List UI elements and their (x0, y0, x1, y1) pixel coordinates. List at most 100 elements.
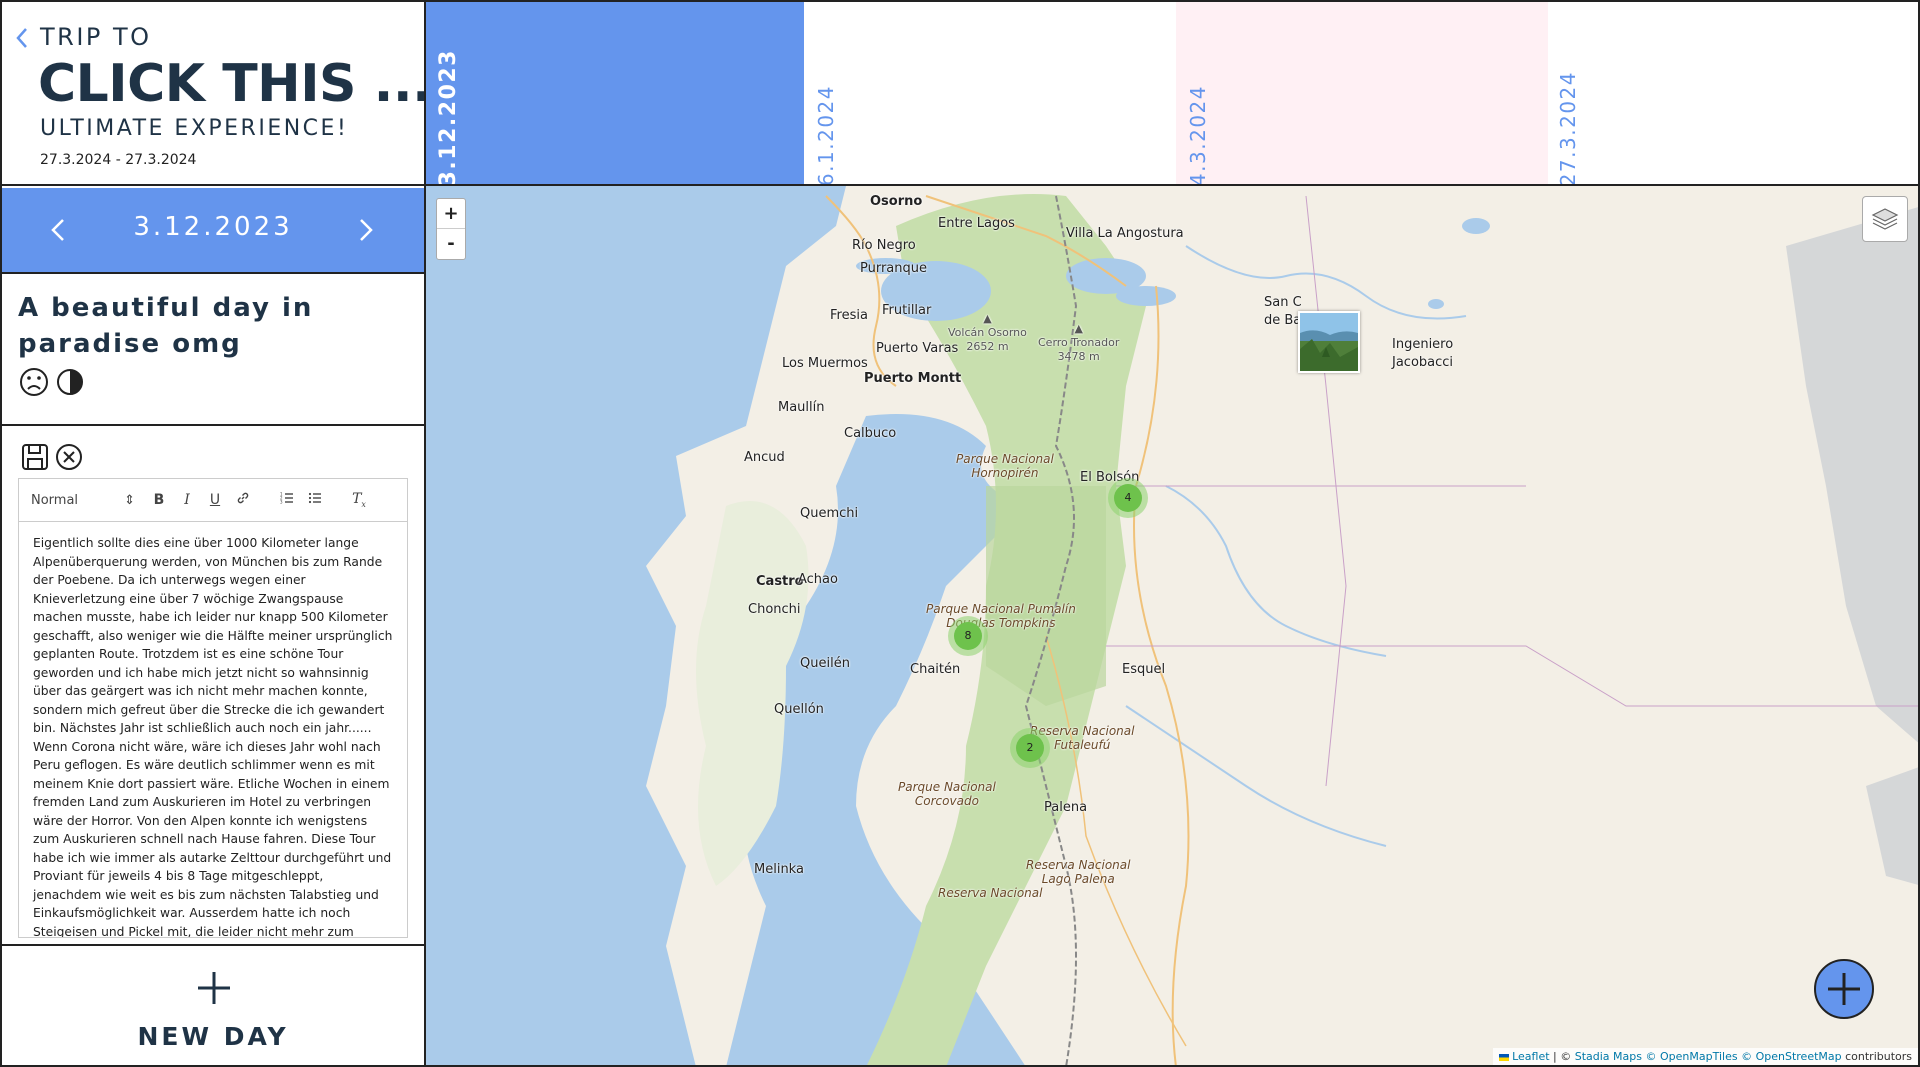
trip-dates: 27.3.2024 - 27.3.2024 (40, 152, 197, 168)
editor-actions (20, 442, 84, 472)
sad-face-icon[interactable] (18, 366, 50, 398)
place-label: Palena (1044, 800, 1088, 815)
timeline-date-2: 6.1.2024 (814, 84, 838, 186)
journal-editor: Normal ⇕ B I U 123 Tx Eigentlich sollte … (2, 428, 424, 946)
place-label: Río Negro (852, 238, 916, 253)
cluster-count: 8 (954, 622, 982, 650)
park-label: Reserva Nacional (938, 886, 1043, 900)
place-label: Ancud (744, 450, 785, 465)
italic-icon[interactable]: I (173, 492, 201, 508)
place-label: Queilén (800, 656, 850, 671)
osm-link[interactable]: © OpenStreetMap (1741, 1050, 1842, 1063)
new-day-button[interactable]: NEW DAY (2, 948, 424, 1067)
underline-icon[interactable]: U (201, 492, 229, 508)
day-headline[interactable]: A beautiful day in paradise omg (18, 290, 408, 362)
openmaptiles-link[interactable]: © OpenMapTiles (1646, 1050, 1738, 1063)
new-day-label: NEW DAY (137, 1022, 289, 1051)
trip-header: TRIP TO CLICK THIS ... ULTIMATE EXPERIEN… (2, 2, 432, 186)
volcano-icon: ▲ (983, 312, 992, 325)
clear-format-icon[interactable]: Tx (345, 491, 373, 509)
link-icon[interactable] (229, 491, 257, 509)
timeline: 3.12.2023 6.1.2024 4.3.2024 27.3.2024 (424, 0, 1920, 186)
place-label: Melinka (754, 862, 804, 877)
app: TRIP TO CLICK THIS ... ULTIMATE EXPERIEN… (0, 0, 1920, 1067)
place-label: Los Muermos (782, 356, 868, 371)
attribution-contributors: contributors (1841, 1050, 1912, 1063)
marker-cluster[interactable]: 2 (1010, 728, 1050, 768)
place-label: Osorno (870, 194, 923, 209)
layers-button[interactable] (1862, 196, 1908, 242)
timeline-day-4[interactable]: 27.3.2024 (1548, 2, 1918, 184)
map[interactable]: Osorno Entre Lagos Villa La Angostura Rí… (424, 186, 1920, 1067)
svg-text:3: 3 (280, 500, 283, 505)
next-day-chevron-icon[interactable] (354, 210, 380, 250)
day-navigation: 3.12.2023 (2, 188, 424, 274)
layers-icon (1871, 208, 1899, 230)
volcano-altitude: 2652 m (966, 340, 1009, 353)
place-label: Achao (798, 572, 838, 587)
timeline-day-1[interactable]: 3.12.2023 (426, 2, 804, 186)
bullet-list-icon[interactable] (301, 491, 329, 509)
mountain-icon: ▲ (1074, 322, 1083, 335)
map-attribution: Leaflet | © Stadia Maps © OpenMapTiles ©… (1492, 1048, 1918, 1065)
place-label: Puerto Varas (876, 341, 959, 356)
select-arrows-icon: ⇕ (124, 492, 135, 508)
place-label: Ingeniero Jacobacci (1392, 336, 1453, 372)
journal-text-area[interactable]: Eigentlich sollte dies eine über 1000 Ki… (18, 522, 408, 938)
marker-cluster[interactable]: 8 (948, 616, 988, 656)
day-headline-section: A beautiful day in paradise omg (2, 276, 424, 426)
cluster-count: 2 (1016, 734, 1044, 762)
place-label: Chonchi (748, 602, 801, 617)
timeline-date-3: 4.3.2024 (1186, 84, 1210, 186)
place-label: Castro (756, 574, 804, 589)
chevron-left-icon[interactable] (14, 26, 30, 50)
attribution-sep: | © (1549, 1050, 1575, 1063)
park-name-line1: Parque Nacional Pumalín (926, 602, 1076, 616)
cluster-count: 4 (1114, 484, 1142, 512)
close-circle-icon[interactable] (54, 442, 84, 472)
bold-icon[interactable]: B (145, 492, 173, 508)
plus-icon (1828, 973, 1860, 1005)
park-name-line1: Parque Nacional (956, 452, 1054, 466)
format-select-value: Normal (31, 492, 79, 508)
park-name-line2: Lago Palena (1041, 872, 1115, 886)
city-name-line2: Jacobacci (1392, 355, 1454, 370)
place-label: Frutillar (882, 303, 932, 318)
trip-subtitle: ULTIMATE EXPERIENCE! (40, 116, 349, 141)
park-label: Parque Nacional Pumalín Douglas Tompkins (926, 602, 1076, 630)
place-label: Maullín (778, 400, 825, 415)
park-name-line1: Reserva Nacional (1026, 858, 1131, 872)
save-icon[interactable] (20, 442, 50, 472)
half-moon-icon[interactable] (54, 366, 86, 398)
trip-label: TRIP TO (40, 23, 152, 51)
zoom-in-button[interactable]: + (437, 199, 465, 229)
timeline-day-3[interactable]: 4.3.2024 (1176, 2, 1548, 186)
trip-title[interactable]: CLICK THIS ... (38, 54, 432, 114)
format-select[interactable]: Normal ⇕ (31, 493, 135, 508)
add-entry-button[interactable] (1814, 959, 1874, 1019)
stadia-link[interactable]: Stadia Maps (1575, 1050, 1642, 1063)
place-label: Entre Lagos (938, 216, 1015, 231)
timeline-day-2[interactable]: 6.1.2024 (804, 2, 1176, 186)
park-name-line1: Parque Nacional (898, 780, 996, 794)
park-name-line2: Corcovado (914, 794, 979, 808)
map-tiles (426, 186, 1918, 1065)
city-name-line2: de Ba (1264, 313, 1302, 328)
rich-text-toolbar: Normal ⇕ B I U 123 Tx (18, 478, 408, 522)
zoom-control: + - (436, 198, 466, 260)
photo-thumbnail (1300, 313, 1358, 371)
mountain-altitude: 3478 m (1057, 350, 1100, 363)
sidebar: TRIP TO CLICK THIS ... ULTIMATE EXPERIEN… (0, 0, 432, 1067)
ordered-list-icon[interactable]: 123 (273, 491, 301, 509)
marker-cluster[interactable]: 4 (1108, 478, 1148, 518)
volcano-name: Volcán Osorno (948, 326, 1027, 339)
photo-marker[interactable] (1298, 311, 1360, 373)
ukraine-flag-icon (1498, 1053, 1509, 1061)
place-label: Purranque (860, 261, 928, 276)
park-label: Parque Nacional Corcovado (898, 780, 996, 808)
place-label: Chaitén (910, 662, 961, 677)
zoom-out-button[interactable]: - (437, 229, 465, 259)
timeline-date-1: 3.12.2023 (436, 48, 461, 186)
leaflet-link[interactable]: Leaflet (1512, 1050, 1549, 1063)
city-name-line1: San C (1264, 295, 1302, 310)
